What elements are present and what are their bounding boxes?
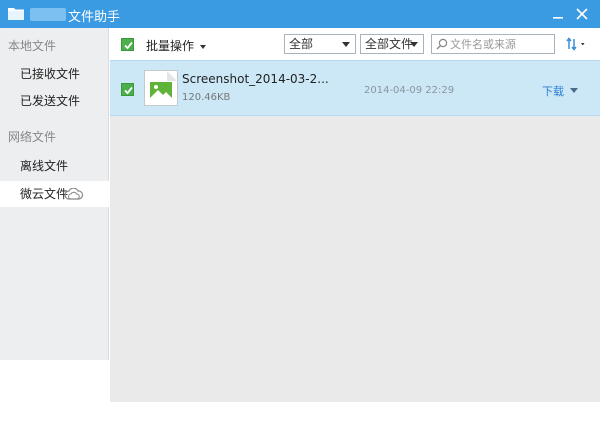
chevron-down-icon (410, 42, 418, 47)
blurred-username (30, 8, 66, 21)
file-name[interactable]: Screenshot_2014-03-2... (182, 72, 329, 86)
file-type-value: 全部文件 (365, 37, 414, 51)
file-list: Screenshot_2014-03-2... 120.46KB 2014-04… (110, 60, 600, 402)
file-date: 2014-04-09 22:29 (364, 85, 455, 96)
chevron-down-icon (199, 44, 206, 49)
sidebar-item-sent[interactable]: 已发送文件 (0, 88, 109, 114)
sidebar-item-received[interactable]: 已接收文件 (0, 61, 109, 87)
chevron-down-icon (342, 42, 350, 47)
search-icon (436, 38, 448, 50)
search-box[interactable] (431, 34, 555, 54)
sidebar-item-weiyun[interactable]: 微云文件 (0, 181, 110, 207)
toolbar: 批量操作 全部 全部文件 (110, 28, 600, 60)
file-row[interactable]: Screenshot_2014-03-2... 120.46KB 2014-04… (110, 60, 600, 116)
filter-all-dropdown[interactable]: 全部 (284, 34, 356, 54)
check-icon (124, 86, 133, 95)
batch-operation-menu[interactable]: 批量操作 (146, 37, 206, 54)
cloud-icon (64, 188, 84, 200)
batch-operation-label: 批量操作 (146, 39, 195, 53)
file-type-dropdown[interactable]: 全部文件 (360, 34, 424, 54)
check-icon (124, 41, 133, 50)
network-files-header: 网络文件 (8, 130, 57, 144)
minimize-button[interactable] (548, 4, 568, 24)
filter-all-value: 全部 (289, 37, 314, 51)
row-checkbox[interactable] (121, 83, 134, 96)
sidebar: 本地文件 已接收文件 已发送文件 网络文件 离线文件 微云文件 (0, 28, 110, 430)
sidebar-item-label: 微云文件 (20, 187, 69, 201)
title-bar[interactable]: 文件助手 (0, 0, 600, 28)
download-link[interactable]: 下载 (542, 83, 564, 99)
local-files-header: 本地文件 (8, 39, 57, 53)
sidebar-item-offline[interactable]: 离线文件 (0, 153, 109, 179)
bottom-strip (110, 402, 600, 430)
file-assistant-window: 文件助手 本地文件 已接收文件 已发送文件 网络文件 离线文件 微云文件 批量操… (0, 0, 600, 430)
sort-icon[interactable] (566, 36, 590, 52)
search-input[interactable] (450, 36, 552, 52)
sidebar-bottom-area (0, 360, 109, 430)
window-title: 文件助手 (68, 10, 121, 25)
close-button[interactable] (572, 4, 592, 24)
select-all-checkbox[interactable] (121, 38, 134, 51)
download-options-icon[interactable] (570, 88, 578, 93)
image-file-icon (144, 70, 178, 106)
folder-icon (8, 8, 24, 20)
file-size: 120.46KB (182, 92, 231, 103)
